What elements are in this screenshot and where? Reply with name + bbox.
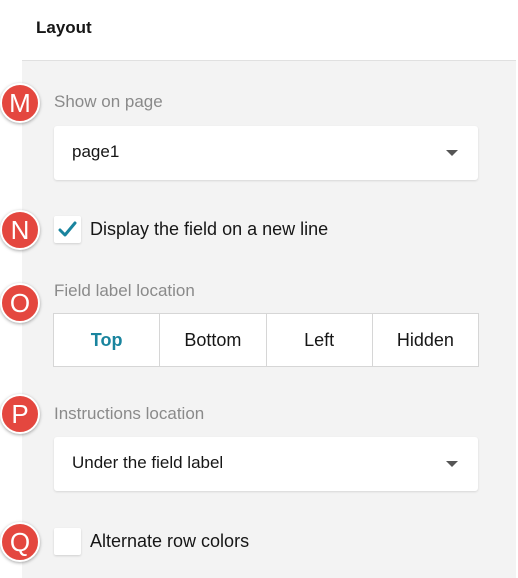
option-bottom[interactable]: Bottom	[160, 314, 267, 366]
instructions-location-dropdown[interactable]: Under the field label	[54, 437, 478, 491]
alternate-rows-checkbox[interactable]	[54, 528, 81, 555]
option-top[interactable]: Top	[54, 314, 161, 366]
new-line-label: Display the field on a new line	[90, 219, 329, 239]
marker-m: M	[0, 83, 40, 123]
show-on-page-label: Show on page	[54, 92, 163, 111]
panel-header: Layout	[22, 0, 516, 61]
field-label-location-label: Field label location	[54, 281, 195, 300]
option-hidden[interactable]: Hidden	[373, 314, 478, 366]
field-label-location-group: Top Bottom Left Hidden	[53, 313, 479, 367]
marker-p: P	[0, 394, 40, 434]
marker-o: O	[0, 283, 40, 323]
alternate-rows-label: Alternate row colors	[90, 531, 250, 551]
checkmark-icon	[58, 221, 77, 237]
option-left[interactable]: Left	[267, 314, 373, 366]
new-line-checkbox[interactable]	[54, 216, 81, 243]
show-on-page-value: page1	[72, 142, 120, 161]
panel-title: Layout	[36, 18, 92, 37]
marker-n: N	[0, 210, 40, 250]
instructions-location-label: Instructions location	[54, 404, 205, 423]
marker-q: Q	[0, 522, 40, 562]
chevron-down-icon	[446, 461, 458, 467]
chevron-down-icon	[446, 150, 458, 156]
show-on-page-dropdown[interactable]: page1	[54, 126, 478, 180]
instructions-location-value: Under the field label	[72, 453, 224, 472]
